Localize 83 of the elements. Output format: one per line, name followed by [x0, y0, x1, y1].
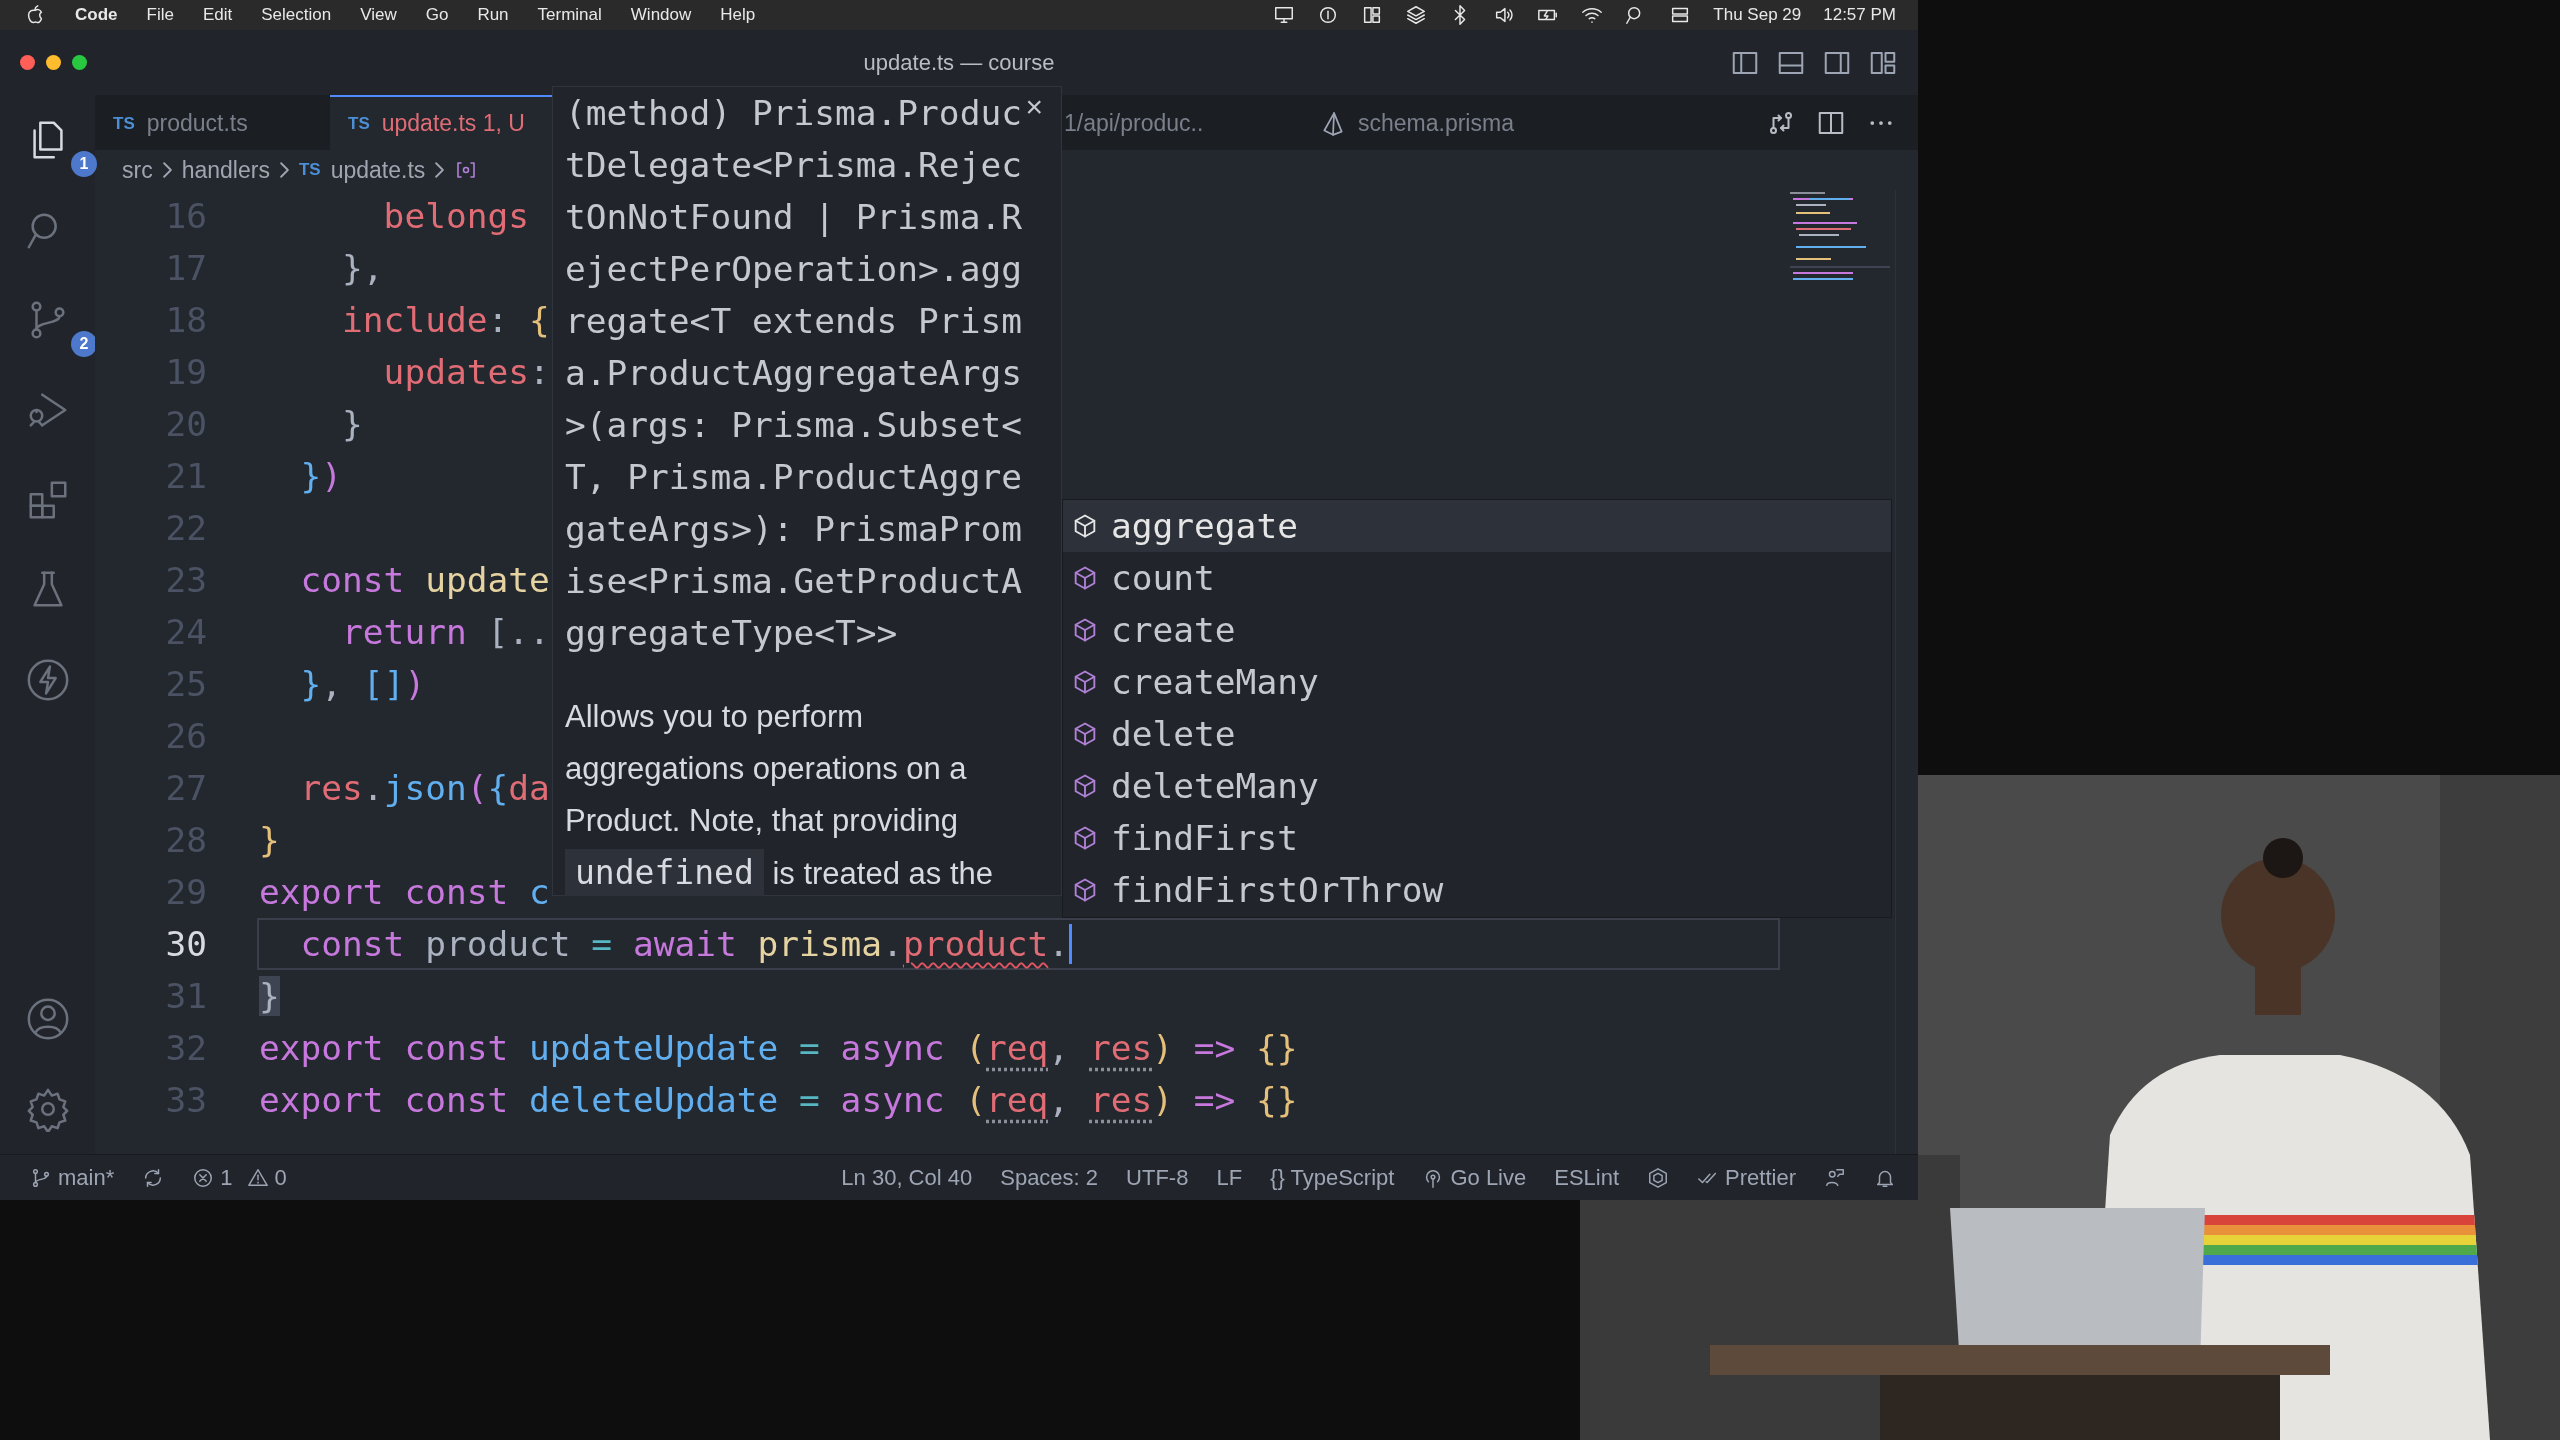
zoom-window-button[interactable] — [72, 55, 87, 70]
menu-bar-clock: 12:57 PM — [1823, 5, 1896, 25]
menu-bar-date: Thu Sep 29 — [1713, 5, 1802, 25]
breadcrumb-item[interactable]: update.ts — [330, 156, 426, 184]
file-type-label: TS — [298, 160, 321, 180]
hexagon-icon[interactable] — [1647, 1166, 1670, 1189]
editor-tab[interactable]: schema.prisma — [1290, 95, 1570, 150]
code-line: export const c — [258, 871, 551, 914]
doc-line: undefined is treated as the — [565, 847, 1049, 899]
chevron-icon — [435, 162, 445, 178]
code-line: }, — [341, 247, 385, 290]
minimize-window-button[interactable] — [46, 55, 61, 70]
menu-item[interactable]: Edit — [202, 5, 233, 25]
status-item[interactable]: Prettier — [1697, 1164, 1796, 1191]
window-title: update.ts — course — [863, 49, 1055, 76]
status-item[interactable]: UTF-8 — [1126, 1164, 1189, 1191]
code-line: export const deleteUpdate = async (req, res) => {} — [258, 1079, 1299, 1122]
suggestion-item[interactable]: findFirstOrThrow — [1063, 864, 1891, 916]
status-item[interactable]: Ln 30, Col 40 — [841, 1164, 973, 1191]
status-item[interactable]: {} TypeScript — [1270, 1164, 1395, 1191]
menu-item[interactable]: Go — [425, 5, 449, 25]
code-line: belongs — [382, 195, 531, 238]
code-line: }, []) — [299, 663, 427, 706]
menu-item[interactable]: File — [146, 5, 174, 25]
chevron-icon — [162, 162, 172, 178]
signature-line: tDelegate<Prisma.Rejec — [565, 144, 1022, 187]
signature-line: tOnNotFound | Prisma.R — [565, 196, 1022, 239]
app-menu[interactable]: Code — [75, 5, 118, 25]
suggestion-item[interactable]: deleteMany — [1063, 760, 1891, 812]
close-button[interactable]: × — [1025, 87, 1043, 127]
menu-item[interactable]: Terminal — [537, 5, 602, 25]
code-line: }) — [299, 455, 344, 498]
signature-line: ejectPerOperation>.agg — [565, 248, 1022, 291]
suggestion-item[interactable]: delete — [1063, 708, 1891, 760]
code-line: res.json({da — [299, 767, 551, 810]
status-item[interactable]: ESLint — [1554, 1164, 1620, 1191]
line-number: 30 — [164, 924, 208, 964]
layers-icon[interactable] — [1405, 4, 1428, 26]
warning-icon — [246, 1166, 269, 1189]
code-line: } — [258, 819, 281, 862]
signature-line: ise<Prisma.GetProductA — [565, 560, 1022, 603]
menu-item[interactable]: View — [360, 5, 397, 25]
branch-icon — [30, 1166, 52, 1189]
signature-line: a.ProductAggregateArgs — [565, 352, 1022, 395]
suggestion-item[interactable]: create — [1063, 604, 1891, 656]
signature-line: (method) Prisma.Produc — [565, 92, 1022, 135]
suggestion-item[interactable]: createMany — [1063, 656, 1891, 708]
signature-line: T, Prisma.ProductAggre — [565, 456, 1022, 499]
doc-line: Allows you to perform — [565, 698, 865, 736]
close-window-button[interactable] — [20, 55, 35, 70]
menu-item[interactable]: Run — [477, 5, 509, 25]
branch-status[interactable]: main* — [30, 1164, 115, 1191]
suggestion-item[interactable]: aggregate — [1063, 500, 1891, 552]
signature-line: ggregateType<T>> — [565, 612, 898, 655]
problems-status[interactable]: 1 0 — [192, 1164, 287, 1191]
count-badge: 2 — [71, 331, 97, 357]
signature-line: >(args: Prisma.Subset< — [565, 404, 1022, 447]
code-line: return [.. — [341, 611, 551, 654]
feedback-icon[interactable] — [1824, 1166, 1846, 1189]
error-icon — [192, 1166, 215, 1189]
menu-item[interactable]: Selection — [261, 5, 332, 25]
status-item[interactable]: Spaces: 2 — [1000, 1164, 1099, 1191]
doc-line: aggregations operations on a — [565, 750, 968, 788]
signature-line: gateArgs>): PrismaProm — [565, 508, 1022, 551]
status-item[interactable]: LF — [1216, 1164, 1243, 1191]
doc-line: Product. Note, that providing — [565, 802, 959, 840]
suggestion-item[interactable]: count — [1063, 552, 1891, 604]
code-line: const update — [299, 559, 551, 602]
display-icon[interactable] — [1273, 4, 1296, 26]
code-line: include: { — [341, 299, 551, 342]
count-badge: 1 — [71, 151, 97, 177]
breadcrumb-item[interactable]: handlers — [181, 156, 270, 184]
code-line: export const updateUpdate = async (req, res) => {} — [258, 1027, 1299, 1070]
suggestion-item[interactable]: findFirst — [1063, 812, 1891, 864]
code-line: } — [341, 403, 364, 446]
breadcrumb-item[interactable]: src — [122, 156, 153, 184]
signature-line: regate<T extends Prism — [565, 300, 1022, 343]
editor-tab[interactable]: TS product.ts — [95, 95, 330, 150]
chevron-icon — [279, 162, 289, 178]
menu-item[interactable]: Window — [630, 5, 692, 25]
menu-item[interactable]: Help — [720, 5, 756, 25]
code-line: updates: — [382, 351, 551, 394]
status-item[interactable]: Go Live — [1422, 1164, 1527, 1191]
